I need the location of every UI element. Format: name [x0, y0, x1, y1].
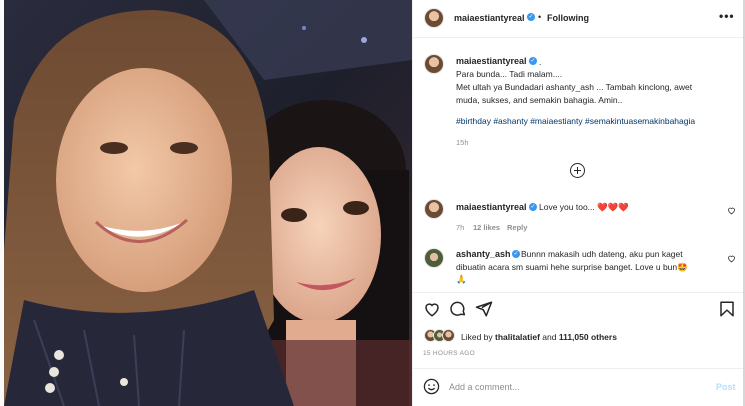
header-separator: • [538, 12, 542, 22]
photo-image [4, 0, 412, 406]
caption-line-1: Para bunda... Tadi malam.... [456, 69, 563, 79]
comment-1-verified-icon: ✓ [529, 203, 537, 211]
post-timestamp[interactable]: 15 HOURS AGO [423, 350, 475, 357]
emoji-icon[interactable] [423, 378, 440, 395]
caption-line-2: Met ultah ya Bundadari ashanty_ash ... T… [456, 82, 693, 92]
post-window: maiaestiantyreal ✓ • Following ••• maiae… [0, 0, 745, 406]
author-username[interactable]: maiaestiantyreal [454, 13, 525, 23]
comment-1-text: Love you too... ❤️❤️❤️ [539, 202, 629, 212]
comment-1-username[interactable]: maiaestiantyreal [456, 202, 527, 212]
post-comment-button[interactable]: Post [716, 382, 736, 392]
more-options-icon[interactable]: ••• [719, 9, 735, 23]
likes-summary: Liked by thalitalatief and 111,050 other… [461, 332, 617, 342]
liker-avatar-3 [442, 329, 455, 342]
caption-verified-icon: ✓ [529, 57, 537, 65]
caption-line-3: muda, sukses, and semakin bahagia. Amin.… [456, 95, 623, 105]
comment-input[interactable]: Add a comment... [449, 382, 520, 392]
comment-1-avatar[interactable] [424, 199, 444, 219]
liked-by-user[interactable]: thalitalatief [495, 332, 540, 342]
comment-box-divider [413, 368, 744, 369]
actions-divider [413, 292, 744, 293]
comment-1-likes[interactable]: 12 likes [473, 223, 500, 232]
bookmark-icon[interactable] [718, 300, 736, 318]
post-header: maiaestiantyreal ✓ • Following ••• [413, 0, 744, 38]
caption-hashtags[interactable]: #birthday #ashanty #maiaestianty #semaki… [456, 115, 695, 128]
post-details-panel: maiaestiantyreal ✓ • Following ••• maiae… [412, 0, 745, 406]
comment-2-verified-icon: ✓ [512, 250, 520, 258]
comment-1-like-heart-icon[interactable] [727, 206, 736, 215]
likes-prefix: Liked by [461, 332, 496, 342]
plus-circle-icon[interactable] [570, 163, 585, 178]
following-button[interactable]: Following [547, 13, 589, 23]
caption-username[interactable]: maiaestiantyreal [456, 56, 527, 66]
share-icon[interactable] [475, 300, 493, 318]
verified-badge-icon: ✓ [527, 13, 535, 21]
likes-count[interactable]: 111,050 others [559, 332, 617, 342]
comment-2-like-heart-icon[interactable] [727, 254, 736, 263]
comment-2-line-1: Bunnn makasih udh dateng, aku pun kaget [521, 249, 683, 259]
heart-icon[interactable] [423, 300, 441, 318]
post-photo[interactable] [4, 0, 412, 406]
comment-2-avatar[interactable] [424, 248, 444, 268]
caption-time[interactable]: 15h [456, 138, 469, 147]
comment-2-line-2: dibuatin acara sm suami hehe surprise ba… [456, 262, 688, 272]
comment-icon[interactable] [449, 300, 467, 318]
comment-2-username[interactable]: ashanty_ash [456, 249, 511, 259]
likes-middle: and [539, 332, 559, 342]
comment-1-reply[interactable]: Reply [507, 223, 527, 232]
comment-1-time[interactable]: 7h [456, 223, 464, 232]
caption-avatar[interactable] [424, 54, 444, 74]
comment-2-line-3: 🙏 [456, 274, 467, 284]
author-avatar[interactable] [424, 8, 444, 28]
